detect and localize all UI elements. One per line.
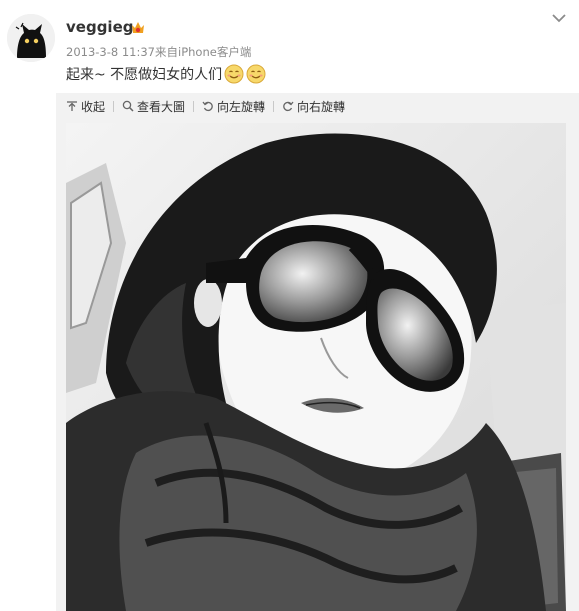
cat-avatar-icon: [7, 14, 55, 62]
username[interactable]: veggieg: [66, 18, 133, 36]
rotate-left-button[interactable]: 向左旋轉: [202, 98, 273, 115]
vip-badge-icon[interactable]: [130, 20, 146, 35]
weibo-post: veggieg 2013-3-8 11:37来自iPhone客户端 起来~ 不愿…: [0, 0, 579, 611]
chevron-down-icon[interactable]: [551, 12, 567, 24]
magnifier-icon: [122, 100, 134, 112]
post-photo[interactable]: [66, 123, 566, 611]
post-meta: 2013-3-8 11:37来自iPhone客户端: [66, 44, 251, 60]
media-toolbar: 收起 查看大圖 向左旋轉 向右旋轉: [56, 93, 579, 119]
rotate-left-icon: [202, 101, 213, 112]
timestamp[interactable]: 2013-3-8 11:37: [66, 45, 155, 59]
rotate-right-button[interactable]: 向右旋轉: [282, 98, 353, 115]
smile-emoji-icon: [246, 64, 266, 84]
divider: [113, 100, 115, 112]
photo-container: [56, 119, 579, 611]
source[interactable]: 来自iPhone客户端: [155, 45, 251, 59]
smile-emoji-icon: [224, 64, 244, 84]
collapse-up-icon: [67, 101, 77, 111]
post-text: 起来~ 不愿做妇女的人们: [66, 67, 223, 83]
divider: [193, 100, 195, 112]
rotate-right-icon: [283, 101, 294, 112]
post-content: 起来~ 不愿做妇女的人们: [66, 64, 266, 84]
collapse-button[interactable]: 收起: [66, 98, 113, 115]
view-large-button[interactable]: 查看大圖: [122, 98, 193, 115]
selfie-photo-image: [66, 123, 566, 611]
divider: [273, 100, 275, 112]
avatar[interactable]: [7, 14, 55, 62]
